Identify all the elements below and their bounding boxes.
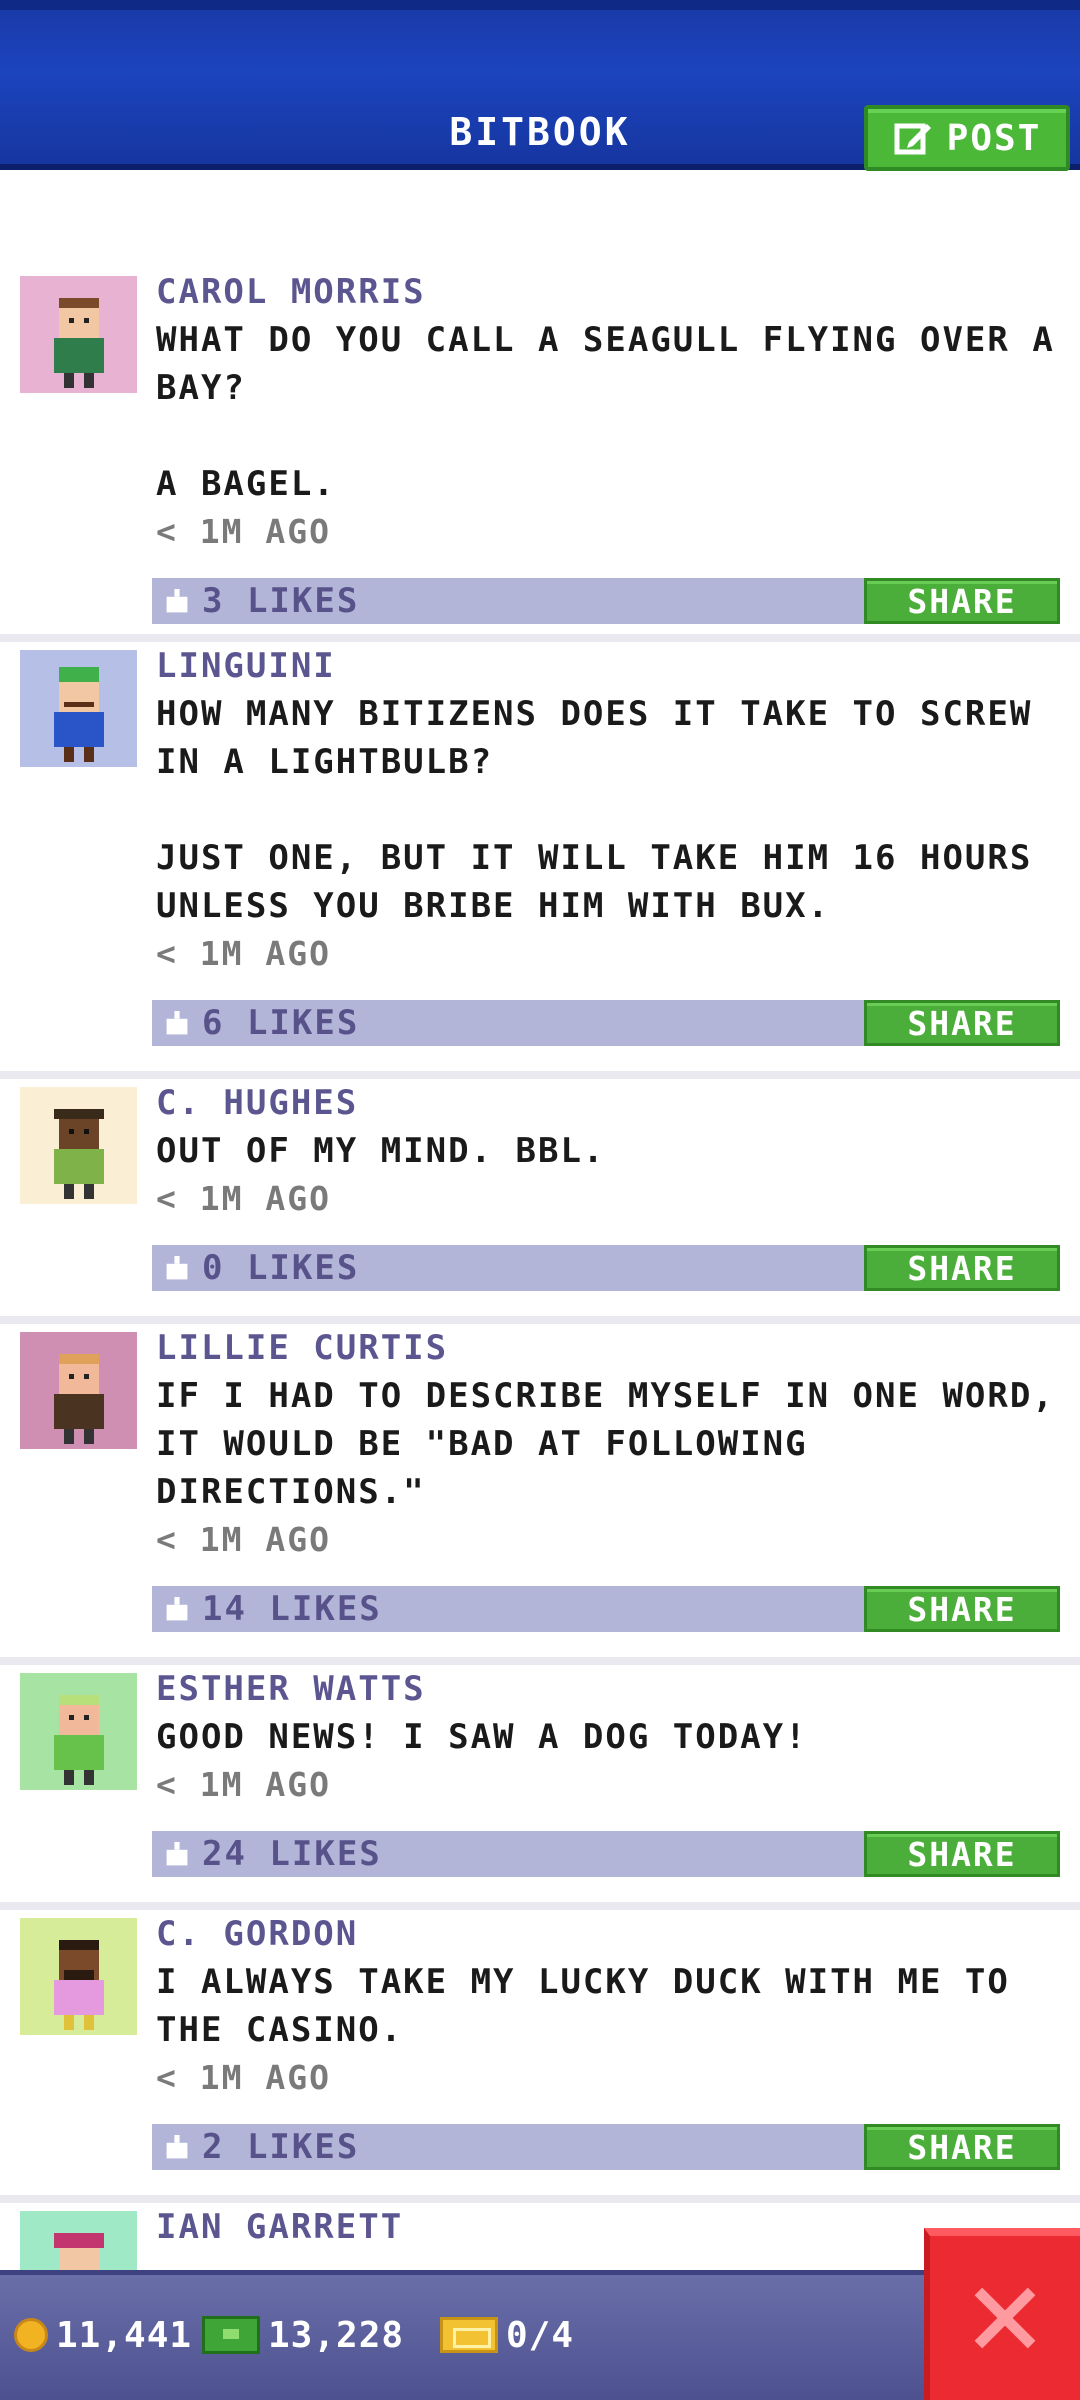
likes-count: 14 LIKES (202, 1589, 382, 1629)
likes-bar: 6 LIKES SHARE (152, 1000, 1060, 1046)
likes-bar: 24 LIKES SHARE (152, 1831, 1060, 1877)
likes-count: 24 LIKES (202, 1834, 382, 1874)
close-icon (974, 2287, 1036, 2349)
post-timestamp: < 1M AGO (156, 1179, 331, 1218)
avatar (20, 1918, 137, 2035)
post-feed[interactable]: CAROL MORRIS WHAT DO YOU CALL A SEAGULL … (0, 268, 1080, 2328)
post-timestamp: < 1M AGO (156, 1520, 331, 1559)
feed-post: CAROL MORRIS WHAT DO YOU CALL A SEAGULL … (0, 268, 1080, 642)
person-icon (53, 667, 104, 762)
likes-bar: 14 LIKES SHARE (152, 1586, 1060, 1632)
post-button[interactable]: POST (864, 105, 1070, 171)
feed-post: C. HUGHES OUT OF MY MIND. BBL. < 1M AGO … (0, 1079, 1080, 1324)
post-timestamp: < 1M AGO (156, 512, 331, 551)
post-author[interactable]: C. HUGHES (156, 1079, 1060, 1127)
share-button[interactable]: SHARE (864, 1000, 1060, 1046)
share-button[interactable]: SHARE (864, 578, 1060, 624)
currency-bar: 11,441 13,228 0/4 (0, 2270, 1080, 2400)
likes-bar: 3 LIKES SHARE (152, 578, 1060, 624)
feed-post: LILLIE CURTIS IF I HAD TO DESCRIBE MYSEL… (0, 1324, 1080, 1665)
ticket-icon (440, 2317, 498, 2353)
thumbs-up-icon[interactable] (164, 1256, 190, 1282)
likes-count: 3 LIKES (202, 581, 360, 621)
avatar (20, 276, 137, 393)
likes-bar: 0 LIKES SHARE (152, 1245, 1060, 1291)
post-timestamp: < 1M AGO (156, 2058, 331, 2097)
post-button-label: POST (946, 117, 1042, 159)
thumbs-up-icon[interactable] (164, 589, 190, 615)
post-author[interactable]: CAROL MORRIS (156, 268, 1060, 316)
thumbs-up-icon[interactable] (164, 1597, 190, 1623)
likes-count: 6 LIKES (202, 1003, 360, 1043)
tickets-value: 0/4 (506, 2314, 575, 2356)
post-timestamp: < 1M AGO (156, 934, 331, 973)
bux-icon (202, 2316, 260, 2354)
feed-post: C. GORDON I ALWAYS TAKE MY LUCKY DUCK WI… (0, 1910, 1080, 2203)
coins-value: 11,441 (56, 2314, 193, 2356)
feed-post: LINGUINI HOW MANY BITIZENS DOES IT TAKE … (0, 642, 1080, 1079)
app-header: BITBOOK POST (0, 0, 1080, 171)
post-message: OUT OF MY MIND. BBL. (156, 1131, 606, 1171)
person-icon (53, 1354, 104, 1444)
avatar (20, 1087, 137, 1204)
post-message: HOW MANY BITIZENS DOES IT TAKE TO SCREW … (156, 694, 1033, 926)
person-icon (53, 1109, 104, 1199)
thumbs-up-icon[interactable] (164, 2135, 190, 2161)
thumbs-up-icon[interactable] (164, 1842, 190, 1868)
thumbs-up-icon[interactable] (164, 1011, 190, 1037)
share-button[interactable]: SHARE (864, 2124, 1060, 2170)
likes-bar: 2 LIKES SHARE (152, 2124, 1060, 2170)
post-author[interactable]: ESTHER WATTS (156, 1665, 1060, 1713)
post-message: WHAT DO YOU CALL A SEAGULL FLYING OVER A… (156, 320, 1055, 504)
person-icon (53, 1695, 104, 1785)
post-author[interactable]: LINGUINI (156, 642, 1060, 690)
person-icon (53, 1940, 104, 2030)
share-button[interactable]: SHARE (864, 1245, 1060, 1291)
coin-icon (14, 2318, 48, 2352)
feed-post: ESTHER WATTS GOOD NEWS! I SAW A DOG TODA… (0, 1665, 1080, 1910)
edit-icon (894, 123, 931, 155)
post-author[interactable]: LILLIE CURTIS (156, 1324, 1060, 1372)
person-icon (53, 298, 104, 388)
post-timestamp: < 1M AGO (156, 1765, 331, 1804)
bux-value: 13,228 (268, 2314, 405, 2356)
avatar (20, 1332, 137, 1449)
coins-stat[interactable]: 11,441 (14, 2305, 192, 2365)
tickets-stat[interactable]: 0/4 (440, 2305, 574, 2365)
share-button[interactable]: SHARE (864, 1586, 1060, 1632)
post-message: I ALWAYS TAKE MY LUCKY DUCK WITH ME TO T… (156, 1962, 1033, 2050)
avatar (20, 650, 137, 767)
close-button[interactable] (924, 2228, 1080, 2400)
likes-count: 0 LIKES (202, 1248, 360, 1288)
post-message: GOOD NEWS! I SAW A DOG TODAY! (156, 1717, 808, 1757)
share-button[interactable]: SHARE (864, 1831, 1060, 1877)
post-message: IF I HAD TO DESCRIBE MYSELF IN ONE WORD,… (156, 1376, 1078, 1512)
avatar (20, 1673, 137, 1790)
likes-count: 2 LIKES (202, 2127, 360, 2167)
post-author[interactable]: C. GORDON (156, 1910, 1060, 1958)
bux-stat[interactable]: 13,228 (202, 2305, 404, 2365)
